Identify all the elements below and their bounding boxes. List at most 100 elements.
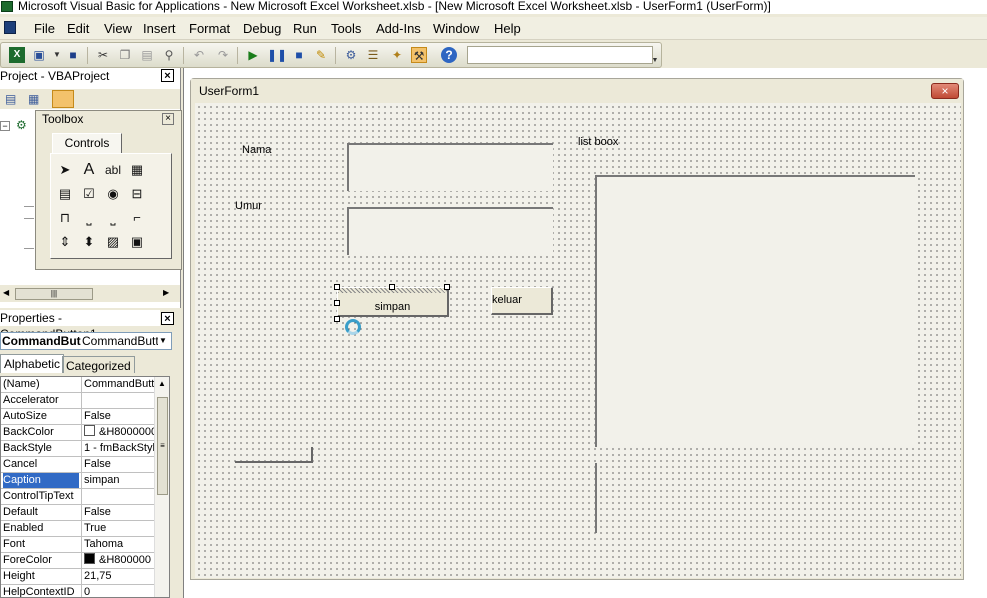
scroll-thumb[interactable]: ||| bbox=[15, 288, 93, 300]
excel-icon[interactable]: X bbox=[9, 47, 25, 63]
menu-window[interactable]: Window bbox=[433, 21, 479, 36]
view-excel-icon[interactable] bbox=[4, 21, 16, 34]
toolbox-tab-controls[interactable]: Controls bbox=[52, 133, 122, 154]
menu-run[interactable]: Run bbox=[293, 21, 317, 36]
toolbar-options-icon[interactable]: ▼ bbox=[650, 53, 660, 69]
project-hscrollbar[interactable]: ◀ ||| ▶ bbox=[0, 285, 180, 302]
redo-icon[interactable]: ↷ bbox=[215, 47, 231, 63]
select-objects-icon[interactable]: ➤ bbox=[55, 160, 75, 180]
toggle-folders-icon[interactable] bbox=[52, 90, 74, 108]
menu-file[interactable]: File bbox=[34, 21, 55, 36]
property-row[interactable]: Default False bbox=[1, 505, 154, 521]
menu-format[interactable]: Format bbox=[189, 21, 230, 36]
label-umur[interactable]: Umur bbox=[235, 200, 262, 212]
userform-grid[interactable]: Nama Umur list boox simpan keluar bbox=[195, 103, 961, 578]
toolbox-icon[interactable]: ⚒ bbox=[411, 47, 427, 63]
object-selector[interactable]: CommandBut CommandButto ▼ bbox=[0, 332, 172, 350]
close-icon[interactable]: × bbox=[161, 69, 174, 82]
toolbox-close-icon[interactable]: × bbox=[162, 113, 174, 125]
property-value[interactable]: &H800000 bbox=[81, 553, 154, 568]
copy-icon[interactable]: ❐ bbox=[117, 47, 133, 63]
scroll-right-icon[interactable]: ▶ bbox=[163, 288, 169, 297]
view-code-icon[interactable]: ▤ bbox=[5, 92, 19, 106]
label-tool-icon[interactable]: A bbox=[79, 160, 99, 180]
reset-icon[interactable]: ■ bbox=[291, 47, 307, 63]
menu-help[interactable]: Help bbox=[494, 21, 521, 36]
vbaproject-tree-icon[interactable]: ⚙ bbox=[16, 118, 30, 132]
property-row[interactable]: Enabled True bbox=[1, 521, 154, 537]
listbox-tool-icon[interactable]: ▤ bbox=[55, 184, 75, 204]
menu-tools[interactable]: Tools bbox=[331, 21, 361, 36]
property-value[interactable]: 21,75 bbox=[81, 569, 154, 584]
selection-handle[interactable] bbox=[334, 300, 340, 306]
property-value[interactable]: False bbox=[81, 505, 154, 520]
selection-handle[interactable] bbox=[444, 284, 450, 290]
object-browser-icon[interactable]: ✦ bbox=[389, 47, 405, 63]
property-row[interactable]: Height 21,75 bbox=[1, 569, 154, 585]
property-value[interactable]: simpan bbox=[81, 473, 154, 488]
property-value[interactable]: 0 bbox=[81, 585, 154, 597]
property-row-selected[interactable]: Caption simpan bbox=[1, 473, 154, 489]
checkbox-tool-icon[interactable]: ☑ bbox=[79, 184, 99, 204]
listbox-top[interactable] bbox=[595, 175, 915, 447]
menu-insert[interactable]: Insert bbox=[143, 21, 176, 36]
tab-categorized[interactable]: Categorized bbox=[62, 356, 135, 373]
commandbutton-tool-icon[interactable]: ⎵ bbox=[79, 208, 99, 228]
tab-alphabetic[interactable]: Alphabetic bbox=[0, 354, 65, 373]
property-row[interactable]: HelpContextID 0 bbox=[1, 585, 154, 597]
menu-edit[interactable]: Edit bbox=[67, 21, 89, 36]
textbox-tool-icon[interactable]: abl bbox=[103, 160, 123, 180]
property-row[interactable]: BackStyle 1 - fmBackStyle bbox=[1, 441, 154, 457]
find-icon[interactable]: ⚲ bbox=[161, 47, 177, 63]
insert-userform-icon[interactable]: ▣ bbox=[31, 47, 47, 63]
label-list-box[interactable]: list boox bbox=[578, 136, 618, 148]
image-tool-icon[interactable]: ▨ bbox=[103, 232, 123, 252]
property-row[interactable]: Font Tahoma bbox=[1, 537, 154, 553]
undo-icon[interactable]: ↶ bbox=[191, 47, 207, 63]
cut-icon[interactable]: ✂ bbox=[95, 47, 111, 63]
design-mode-icon[interactable]: ✎ bbox=[313, 47, 329, 63]
refedit-tool-icon[interactable]: ▣ bbox=[127, 232, 147, 252]
property-row[interactable]: ForeColor &H800000 bbox=[1, 553, 154, 569]
togglebutton-tool-icon[interactable]: ⊟ bbox=[127, 184, 147, 204]
run-icon[interactable]: ▶ bbox=[245, 47, 261, 63]
userform-close-button[interactable]: × bbox=[931, 83, 959, 99]
keluar-button[interactable]: keluar bbox=[491, 287, 553, 315]
scroll-up-icon[interactable]: ▲ bbox=[158, 379, 166, 388]
menu-addins[interactable]: Add-Ins bbox=[376, 21, 421, 36]
view-object-icon[interactable]: ▦ bbox=[28, 92, 42, 106]
property-value[interactable]: CommandButto bbox=[81, 377, 154, 392]
property-value[interactable]: Tahoma bbox=[81, 537, 154, 552]
property-row[interactable]: ControlTipText bbox=[1, 489, 154, 505]
label-nama[interactable]: Nama bbox=[242, 144, 271, 156]
userform-window[interactable]: UserForm1 × Nama Umur list boox simpan k… bbox=[190, 78, 964, 580]
spinbutton-tool-icon[interactable]: ⬍ bbox=[79, 232, 99, 252]
tabstrip-tool-icon[interactable]: ⎵ bbox=[103, 208, 123, 228]
textbox-umur[interactable] bbox=[347, 207, 553, 255]
combobox-tool-icon[interactable]: ▦ bbox=[127, 160, 147, 180]
break-icon[interactable]: ❚❚ bbox=[267, 47, 287, 63]
properties-icon[interactable]: ☰ bbox=[365, 47, 381, 63]
property-value[interactable] bbox=[81, 393, 154, 408]
optionbutton-tool-icon[interactable]: ◉ bbox=[103, 184, 123, 204]
scroll-left-icon[interactable]: ◀ bbox=[3, 288, 9, 297]
selection-handle[interactable] bbox=[334, 316, 340, 322]
menu-view[interactable]: View bbox=[104, 21, 132, 36]
selection-handle[interactable] bbox=[389, 284, 395, 290]
scrollbar-tool-icon[interactable]: ⇕ bbox=[55, 232, 75, 252]
property-value[interactable]: False bbox=[81, 457, 154, 472]
project-explorer-icon[interactable]: ⚙ bbox=[343, 47, 359, 63]
chevron-down-icon[interactable]: ▼ bbox=[159, 333, 167, 349]
property-value[interactable] bbox=[81, 489, 154, 504]
properties-close-icon[interactable]: × bbox=[161, 312, 174, 325]
frame-tool-icon[interactable]: ⊓ bbox=[55, 208, 75, 228]
property-value[interactable]: 1 - fmBackStyle bbox=[81, 441, 154, 456]
property-row[interactable]: Cancel False bbox=[1, 457, 154, 473]
paste-icon[interactable]: ▤ bbox=[139, 47, 155, 63]
property-value[interactable]: &H8000000 bbox=[81, 425, 154, 440]
selection-handle[interactable] bbox=[334, 284, 340, 290]
property-value[interactable]: False bbox=[81, 409, 154, 424]
dropdown-arrow-icon[interactable]: ▼ bbox=[49, 47, 65, 63]
property-row[interactable]: Accelerator bbox=[1, 393, 154, 409]
help-icon[interactable]: ? bbox=[441, 47, 457, 63]
